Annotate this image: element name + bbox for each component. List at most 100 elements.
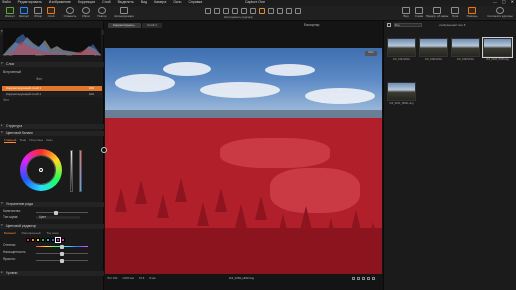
menu-item-edit[interactable]: Редактировать: [18, 1, 42, 5]
menu-item-image[interactable]: Изображение: [49, 1, 71, 5]
filter-select[interactable]: Все: [394, 23, 422, 27]
close-button[interactable]: ✕: [511, 0, 514, 4]
cyan-swatch[interactable]: [46, 238, 50, 242]
color-editor-tabs: Базовый Расширенный Тон кожи: [4, 232, 59, 235]
cursors-button[interactable]: Соотнести курсоры: [486, 7, 514, 18]
levels-header[interactable]: ▸ Уровни: [0, 270, 104, 276]
thumbnail[interactable]: DJI_0183.DNG: [450, 38, 481, 63]
browser-count: изображений: все 8: [439, 22, 466, 27]
cloud: [200, 82, 280, 98]
green-swatch[interactable]: [41, 238, 45, 242]
lightness-slider[interactable]: [70, 150, 73, 192]
layer-icon: [47, 7, 55, 14]
undo-icon: [66, 7, 74, 14]
layer-row-active[interactable]: Корректирующий слой 1 100: [2, 86, 102, 91]
photo-with-mask[interactable]: Гист.: [105, 48, 382, 274]
saturation-ce-slider[interactable]: [36, 251, 88, 256]
saturation-slider[interactable]: [79, 150, 82, 192]
slider-handle[interactable]: [54, 210, 58, 215]
minimize-button[interactable]: —: [493, 0, 497, 4]
maximize-button[interactable]: ▢: [502, 0, 506, 4]
color-balance-header[interactable]: ▾ Цветовой баланс: [0, 130, 104, 136]
thumbnail[interactable]: DJI_0182.DNG: [418, 38, 449, 63]
gradient-tool-icon[interactable]: [277, 8, 283, 14]
crop-tool-icon[interactable]: [223, 8, 229, 14]
rating-icon[interactable]: [372, 277, 375, 280]
menu-item-view[interactable]: Вид: [141, 1, 147, 5]
help-button[interactable]: Помощь: [463, 7, 481, 18]
color-wheel-handle[interactable]: [39, 168, 43, 172]
tab-skin-tone[interactable]: Тон кожи: [47, 232, 59, 235]
thumbnail-image: [419, 38, 448, 57]
pink-swatch[interactable]: [61, 238, 65, 242]
rating-icon[interactable]: [357, 277, 360, 280]
picker-tool-icon[interactable]: [286, 8, 292, 14]
menu-item-window[interactable]: Окно: [173, 1, 181, 5]
menu-item-select[interactable]: Выделить: [118, 1, 134, 5]
tab-midtones[interactable]: Полутона: [29, 138, 43, 143]
rating-icon[interactable]: [362, 277, 365, 280]
rotate-tool-icon[interactable]: [232, 8, 238, 14]
menu-item-camera[interactable]: Камера: [154, 1, 166, 5]
noise-type-select[interactable]: Цвет: [36, 215, 80, 220]
menu-item-help[interactable]: Справка: [188, 1, 202, 5]
noise-amount-slider[interactable]: [36, 210, 88, 215]
tab-advanced[interactable]: Расширенный: [22, 232, 41, 235]
tab-adjustment-layer[interactable]: Корректирующ...: [108, 23, 142, 28]
tab-shadows[interactable]: Тени: [19, 138, 26, 143]
overlay-badge[interactable]: Гист.: [365, 51, 377, 56]
thumbnail-selected[interactable]: DJI_0183_HDR.dng: [482, 37, 513, 63]
grid-view-icon[interactable]: [387, 23, 391, 27]
spot-tool-icon[interactable]: [250, 8, 256, 14]
slider-handle[interactable]: [60, 244, 64, 249]
hue-slider[interactable]: [36, 244, 88, 249]
red-swatch[interactable]: [26, 238, 30, 242]
browse-icon: [34, 7, 42, 14]
export-icon: [20, 7, 28, 14]
rating-icon[interactable]: [367, 277, 370, 280]
color-editor-header[interactable]: ▾ Цветовой редактор: [0, 223, 104, 229]
pan-tool-icon[interactable]: [205, 8, 211, 14]
collapse-panel-icon[interactable]: [101, 147, 107, 153]
view-icon: [402, 7, 410, 14]
menu-item-layer[interactable]: Слой: [102, 1, 111, 5]
magenta-swatch[interactable]: [55, 237, 61, 243]
slider-handle[interactable]: [60, 251, 64, 256]
noise-header[interactable]: ▾ Устранение ряда: [0, 201, 104, 207]
annotate-tool-icon[interactable]: [295, 8, 301, 14]
thumbnail[interactable]: DJI_0183_HDR1.dng: [386, 82, 417, 107]
cloud: [163, 62, 211, 76]
brightness-slider[interactable]: [36, 258, 88, 263]
thumbnail[interactable]: DJI_0181.DNG: [386, 38, 417, 63]
loupe-button[interactable]: Лупа: [446, 7, 464, 18]
structure-header[interactable]: ▸ Структура: [0, 123, 104, 129]
slider-handle[interactable]: [60, 258, 64, 263]
layer-preset[interactable]: Встроенный: [3, 70, 21, 74]
layers-header[interactable]: ▾ Слои: [0, 61, 104, 67]
redo-button[interactable]: Повтор: [93, 7, 111, 18]
rating-icon[interactable]: [352, 277, 355, 280]
thumbnail-image: [451, 38, 480, 57]
orange-swatch[interactable]: [31, 238, 35, 242]
lake: [220, 138, 330, 168]
tab-highlights[interactable]: Свет: [46, 138, 53, 143]
eraser-tool-icon[interactable]: [268, 8, 274, 14]
layer-button[interactable]: Слой: [42, 7, 60, 18]
brush-tool-icon[interactable]: [259, 8, 265, 14]
yellow-swatch[interactable]: [36, 238, 40, 242]
auto-adjust-button[interactable]: Автокоррекция: [113, 7, 135, 18]
keystone-tool-icon[interactable]: [241, 8, 247, 14]
tab-layer-1[interactable]: Слой 1: [142, 23, 162, 28]
menu-item-file[interactable]: Файл: [2, 1, 11, 5]
background-layer[interactable]: Фон: [3, 98, 9, 102]
tree: [215, 188, 227, 212]
blue-swatch[interactable]: [51, 238, 55, 242]
tab-basic[interactable]: Базовый: [4, 232, 16, 235]
zoom-tool-icon[interactable]: [214, 8, 220, 14]
chevron-down-icon: ▾: [1, 201, 3, 205]
tab-master[interactable]: Главный: [4, 138, 17, 144]
viewer-status-bar: ISO 100 1/250 мм f/2.8 8 мм DJI_0183_HDR…: [104, 274, 383, 290]
menu-item-adjust[interactable]: Коррекция: [78, 1, 95, 5]
layer-row[interactable]: Корректирующий слой 1 100: [2, 92, 102, 97]
tree: [115, 188, 127, 212]
